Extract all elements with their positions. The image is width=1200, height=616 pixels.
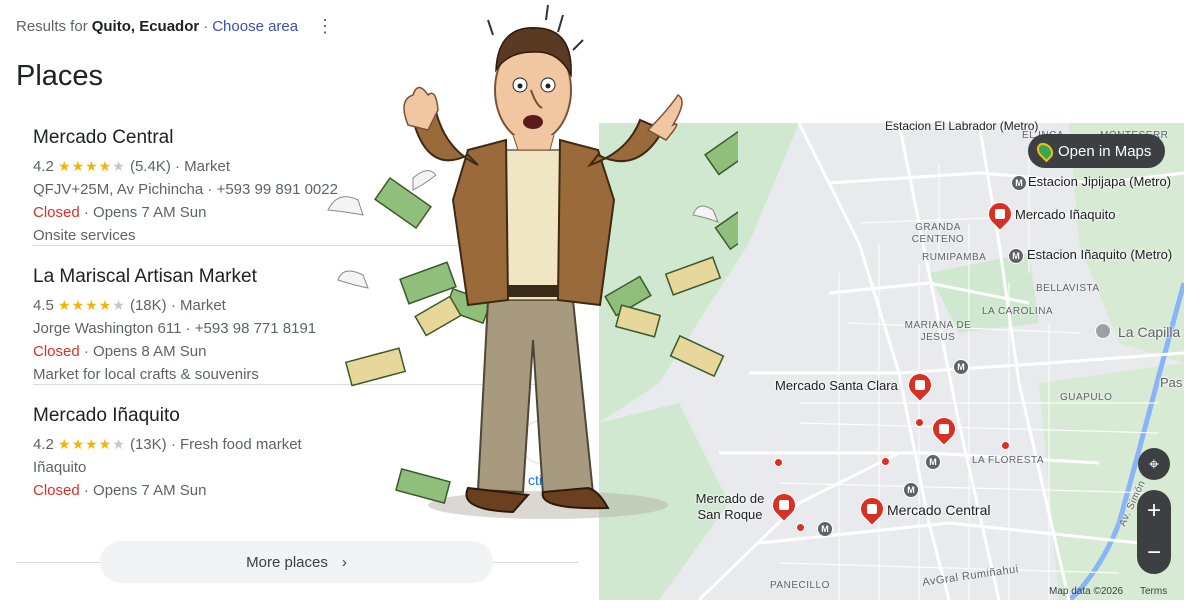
rating-value: 4.2 xyxy=(33,436,54,453)
open-in-maps-button[interactable]: Open in Maps xyxy=(1028,134,1166,168)
opens-time: Opens 8 AM Sun xyxy=(93,343,207,360)
review-count: (18K) xyxy=(129,297,167,314)
my-location-icon[interactable]: ⌖ xyxy=(1138,448,1170,480)
place-category: Market xyxy=(180,297,226,314)
header-separator: · xyxy=(203,18,209,35)
map-label-granda-centeno: GRANDA CENTENO xyxy=(911,222,965,245)
map-label-estacion-labrador[interactable]: Estacion El Labrador (Metro) xyxy=(885,119,1038,133)
map-label-mercado-santa-clara[interactable]: Mercado Santa Clara xyxy=(775,378,898,393)
metro-icon[interactable]: M xyxy=(925,454,941,470)
map-label-rumipamba: RUMIPAMBA xyxy=(922,252,987,263)
zoom-out-button[interactable]: − xyxy=(1137,532,1171,574)
more-places-button[interactable]: More places › xyxy=(100,541,493,583)
map-data-attribution: Map data ©2026 xyxy=(1049,586,1124,597)
place-address: QFJV+25M, Av Pichincha xyxy=(33,181,204,198)
rating-value: 4.5 xyxy=(33,297,54,314)
map-label-bellavista: BELLAVISTA xyxy=(1036,283,1100,294)
maps-pin-icon xyxy=(1033,139,1057,163)
rating-value: 4.2 xyxy=(33,158,54,175)
page-title: Places xyxy=(16,60,104,92)
map-label-la-floresta: LA FLORESTA xyxy=(972,455,1045,466)
map-label-pas: Pas xyxy=(1160,375,1183,390)
map-terms-link[interactable]: Terms xyxy=(1140,586,1167,597)
map-label-estacion-inaquito[interactable]: Estacion Iñaquito (Metro) xyxy=(1027,247,1172,262)
map-dot[interactable] xyxy=(796,523,805,532)
map-dot[interactable] xyxy=(1001,441,1010,450)
map-dot[interactable] xyxy=(774,458,783,467)
map-label-la-capilla[interactable]: La Capilla xyxy=(1118,324,1180,340)
map-label-mercado-central[interactable]: Mercado Central xyxy=(887,502,991,518)
opens-time: Opens 7 AM Sun xyxy=(93,204,207,221)
chevron-right-icon: › xyxy=(341,553,347,571)
map-label-mercado-inaquito[interactable]: Mercado Iñaquito xyxy=(1015,207,1115,222)
zoom-controls: + − xyxy=(1137,490,1171,574)
place-address: Jorge Washington 611 xyxy=(33,320,182,337)
map-label-estacion-jipijapa[interactable]: Estacion Jipijapa (Metro) xyxy=(1028,174,1171,189)
status-closed: Closed xyxy=(33,343,80,360)
metro-icon[interactable]: M xyxy=(953,359,969,375)
results-prefix: Results for xyxy=(16,18,88,35)
map-label-panecillo: PANECILLO xyxy=(770,580,830,591)
zoom-in-button[interactable]: + xyxy=(1137,490,1171,532)
review-count: (13K) xyxy=(129,436,167,453)
results-header: Results for Quito, Ecuador · Choose area xyxy=(16,18,298,35)
place-category: Fresh food market xyxy=(180,436,302,453)
confused-man-money-illustration xyxy=(327,4,738,519)
rating-stars-icon: ★★★★★ xyxy=(58,436,126,452)
metro-icon[interactable]: M xyxy=(903,482,919,498)
place-phone: +593 98 771 8191 xyxy=(194,320,317,337)
opens-time: Opens 7 AM Sun xyxy=(93,482,207,499)
open-in-maps-label: Open in Maps xyxy=(1058,142,1152,160)
choose-area-link[interactable]: Choose area xyxy=(212,18,298,35)
chapel-icon[interactable] xyxy=(1095,323,1111,339)
status-closed: Closed xyxy=(33,482,80,499)
map-dot[interactable] xyxy=(915,418,924,427)
map-label-mariana-de-jesus: MARIANA DE JESUS xyxy=(904,320,972,343)
metro-icon[interactable]: M xyxy=(1008,248,1024,264)
more-places-label: More places xyxy=(246,553,328,571)
review-count: (5.4K) xyxy=(129,158,171,175)
metro-icon[interactable]: M xyxy=(1011,175,1027,191)
place-category: Market xyxy=(184,158,231,175)
map-dot[interactable] xyxy=(881,457,890,466)
rating-stars-icon: ★★★★★ xyxy=(58,158,126,174)
status-closed: Closed xyxy=(33,204,80,221)
results-location: Quito, Ecuador xyxy=(91,18,200,35)
map-label-la-carolina: LA CAROLINA xyxy=(982,306,1054,317)
metro-icon[interactable]: M xyxy=(817,521,833,537)
map-label-guapulo: GUAPULO xyxy=(1060,392,1113,403)
rating-stars-icon: ★★★★★ xyxy=(58,297,126,313)
